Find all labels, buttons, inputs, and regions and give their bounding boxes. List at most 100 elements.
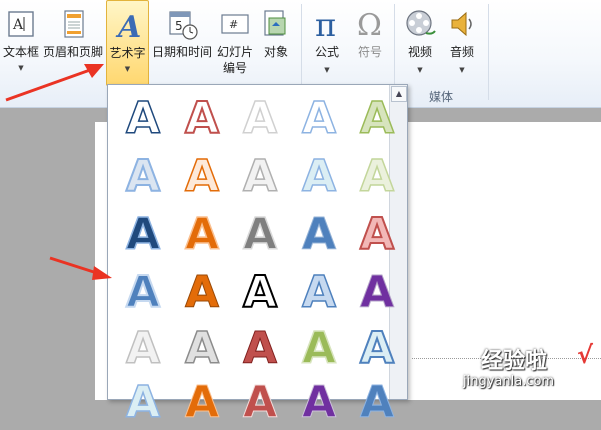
red-arrow-icon [5,64,104,102]
svg-text:A: A [243,209,277,259]
svg-text:A: A [360,93,394,143]
svg-text:#: # [229,18,238,31]
wordart-style-25[interactable]: A [351,321,403,375]
svg-text:A: A [126,323,160,373]
chevron-down-icon: ▼ [324,66,330,74]
chevron-down-icon: ▼ [417,66,423,74]
wordart-label: 艺术字 [109,46,146,60]
wordart-style-5[interactable]: A [351,91,403,145]
audio-button[interactable]: 音频 ▼ [442,0,482,86]
object-button[interactable]: 对象 [257,0,295,86]
svg-text:A: A [243,377,277,427]
wordart-style-16[interactable]: A [117,265,169,319]
omega-icon: Ω [357,8,382,40]
wordart-style-3[interactable]: A [234,91,286,145]
wordart-style-14[interactable]: A [293,207,345,261]
wordart-style-10[interactable]: A [351,149,403,203]
slide-number-icon: # [221,14,249,34]
svg-text:A: A [360,323,394,373]
wordart-style-18[interactable]: A [234,265,286,319]
slide-number-button[interactable]: # 幻灯片 编号 [214,0,256,86]
wordart-style-24[interactable]: A [293,321,345,375]
video-button[interactable]: 视频 ▼ [400,0,440,86]
wordart-button[interactable]: A 艺术字 ▼ [106,0,149,86]
wordart-style-22[interactable]: A [176,321,228,375]
svg-text:A: A [126,93,160,143]
wordart-style-4[interactable]: A [293,91,345,145]
wordart-style-30[interactable]: A [351,375,403,429]
audio-label: 音频 [449,45,474,59]
wordart-style-26[interactable]: A [117,375,169,429]
red-arrow-icon [49,256,112,280]
svg-text:A: A [302,377,336,427]
svg-text:A: A [360,209,394,259]
object-icon [264,10,286,36]
group-separator [488,4,489,100]
wordart-style-6[interactable]: A [117,149,169,203]
wordart-style-17[interactable]: A [176,265,228,319]
watermark-title: 经验啦 [481,349,548,374]
wordart-style-28[interactable]: A [234,375,286,429]
svg-text:A: A [126,151,160,201]
wordart-style-15[interactable]: A [351,207,403,261]
svg-text:A: A [302,323,336,373]
svg-text:A: A [360,377,394,427]
svg-text:A: A [185,323,219,373]
svg-text:A: A [360,267,394,317]
wordart-style-27[interactable]: A [176,375,228,429]
chevron-down-icon: ▼ [459,66,465,74]
svg-text:A: A [185,209,219,259]
wordart-style-23[interactable]: A [234,321,286,375]
svg-text:A: A [126,267,160,317]
date-time-button[interactable]: 5 日期和时间 [150,0,214,86]
speaker-icon [451,11,472,37]
svg-text:A: A [243,151,277,201]
svg-text:A: A [302,267,336,317]
object-label: 对象 [263,45,288,59]
svg-text:A: A [302,93,336,143]
watermark: 经验啦 √ jingyanla.com [463,341,599,399]
wordart-style-19[interactable]: A [293,265,345,319]
svg-text:A: A [243,267,277,317]
wordart-icon: A [115,10,141,41]
wordart-style-2[interactable]: A [176,91,228,145]
svg-text:A: A [126,377,160,427]
svg-text:Ω: Ω [357,8,382,40]
equation-button[interactable]: π 公式 ▼ [307,0,347,86]
wordart-style-13[interactable]: A [234,207,286,261]
wordart-style-8[interactable]: A [234,149,286,203]
date-time-label: 日期和时间 [151,45,212,59]
pi-icon: π [315,8,336,40]
video-label: 视频 [407,45,432,59]
svg-text:A: A [243,323,277,373]
chevron-down-icon: ▼ [124,65,131,73]
wordart-style-20[interactable]: A [351,265,403,319]
svg-text:A: A [360,151,394,201]
wordart-style-29[interactable]: A [293,375,345,429]
watermark-check: √ [577,341,594,369]
film-reel-icon [406,10,436,36]
wordart-style-7[interactable]: A [176,149,228,203]
svg-text:5: 5 [175,19,183,33]
slide-number-label: 幻灯片 编号 [217,45,254,75]
header-footer-icon [64,10,84,38]
wordart-style-9[interactable]: A [293,149,345,203]
media-group-label: 媒体 [429,90,454,104]
wordart-style-21[interactable]: A [117,321,169,375]
watermark-url: jingyanla.com [463,374,555,389]
svg-text:A: A [185,93,219,143]
svg-text:π: π [315,8,336,40]
date-time-icon: 5 [169,11,198,40]
wordart-style-11[interactable]: A [117,207,169,261]
symbol-button[interactable]: Ω 符号 [350,0,390,86]
svg-text:A: A [302,209,336,259]
svg-text:A: A [12,17,24,33]
svg-text:A: A [185,151,219,201]
svg-text:A: A [115,10,141,41]
svg-text:A: A [302,151,336,201]
equation-label: 公式 [314,45,339,59]
wordart-style-12[interactable]: A [176,207,228,261]
svg-text:A: A [185,377,219,427]
wordart-style-1[interactable]: A [117,91,169,145]
text-box-icon: A [8,11,34,37]
